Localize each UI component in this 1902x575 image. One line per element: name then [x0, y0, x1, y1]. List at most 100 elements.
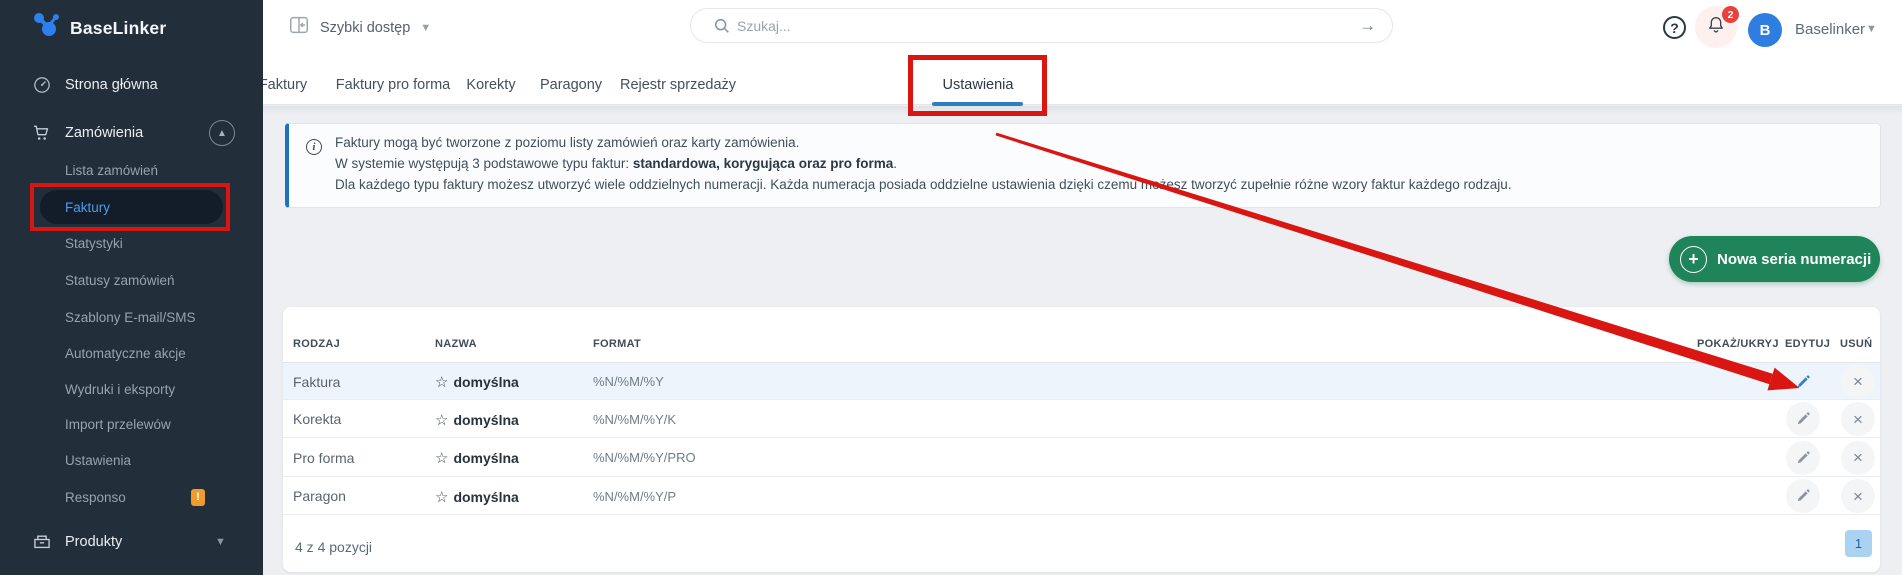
- sidebar-item-label: Import przelewów: [65, 417, 171, 432]
- baselinker-logo-icon: [30, 10, 60, 47]
- tab-rejestr-sprzeda-y[interactable]: Rejestr sprzedaży: [620, 70, 736, 100]
- close-icon: ×: [1853, 449, 1863, 466]
- user-avatar[interactable]: B: [1748, 13, 1782, 47]
- cell-rodzaj: Korekta: [293, 411, 341, 427]
- edit-button[interactable]: [1786, 479, 1820, 513]
- col-header-nazwa: NAZWA: [435, 338, 477, 350]
- delete-button[interactable]: ×: [1841, 402, 1875, 436]
- sidebar-item-wydruki-i-eksporty[interactable]: Wydruki i eksporty: [0, 372, 263, 406]
- close-icon: ×: [1853, 488, 1863, 505]
- tab-faktury-pro-forma[interactable]: Faktury pro forma: [336, 70, 450, 100]
- numbering-table-card: RODZAJ NAZWA FORMAT POKAŻ/UKRYJ EDYTUJ U…: [283, 307, 1880, 572]
- star-icon[interactable]: ☆: [435, 374, 448, 391]
- sidebar-item-label: Statystyki: [65, 236, 123, 251]
- plus-icon: +: [1680, 246, 1707, 273]
- edit-button[interactable]: [1786, 402, 1820, 436]
- cell-rodzaj: Pro forma: [293, 450, 354, 466]
- cell-rodzaj: Faktura: [293, 374, 340, 390]
- sidebar-item-responso[interactable]: Responso!: [0, 480, 263, 514]
- help-button[interactable]: ?: [1663, 16, 1686, 39]
- table-row-pro-forma: Pro forma ☆domyślna %N/%M/%Y/PRO ×: [283, 438, 1880, 477]
- sidebar-item-strona-g-wna[interactable]: Strona główna: [0, 68, 263, 102]
- sidebar-item-automatyczne-akcje[interactable]: Automatyczne akcje: [0, 336, 263, 370]
- sidebar-item-lista-zam-wie-[interactable]: Lista zamówień: [0, 153, 263, 187]
- sidebar-item-zam-wienia[interactable]: Zamówienia ▲: [0, 116, 263, 150]
- pencil-icon: [1795, 411, 1811, 427]
- info-line-1: Faktury mogą być tworzone z poziomu list…: [335, 132, 1512, 153]
- sidebar-item-label: Wydruki i eksporty: [65, 382, 175, 397]
- cell-nazwa: ☆domyślna: [435, 373, 519, 391]
- chevron-down-icon: ▼: [1866, 23, 1877, 35]
- delete-button[interactable]: ×: [1841, 365, 1875, 399]
- pencil-icon: [1795, 488, 1811, 504]
- chevron-down-icon: ▼: [420, 22, 431, 34]
- search-input[interactable]: [737, 18, 1327, 34]
- delete-button[interactable]: ×: [1841, 441, 1875, 475]
- info-line-3: Dla każdego typu faktury możesz utworzyć…: [335, 174, 1512, 195]
- col-header-pokaz-ukryj: POKAŻ/UKRYJ: [1697, 338, 1779, 350]
- responso-alert-badge: !: [191, 489, 205, 506]
- tab-ustawienia[interactable]: Ustawienia: [943, 70, 1014, 100]
- cell-nazwa: ☆domyślna: [435, 411, 519, 429]
- sidebar-item-label: Responso: [65, 490, 126, 505]
- cell-format: %N/%M/%Y/PRO: [593, 450, 696, 465]
- cell-nazwa: ☆domyślna: [435, 449, 519, 467]
- cell-format: %N/%M/%Y: [593, 374, 664, 389]
- sidebar-item-szablony-e-mail-sms[interactable]: Szablony E-mail/SMS: [0, 300, 263, 334]
- cart-icon: [32, 123, 52, 143]
- chevron-up-circle-icon[interactable]: ▲: [209, 120, 235, 146]
- dashboard-icon: [32, 75, 52, 95]
- pagination-page-1[interactable]: 1: [1845, 530, 1872, 557]
- cell-rodzaj: Paragon: [293, 488, 346, 504]
- sidebar-item-label: Lista zamówień: [65, 163, 158, 178]
- table-row-korekta: Korekta ☆domyślna %N/%M/%Y/K ×: [283, 400, 1880, 438]
- edit-button[interactable]: [1786, 365, 1820, 399]
- tabbar-shadow: [263, 106, 1902, 115]
- tab-faktury[interactable]: Faktury: [259, 70, 307, 100]
- brand-name: BaseLinker: [70, 18, 166, 39]
- col-header-edytuj: EDYTUJ: [1785, 338, 1830, 350]
- sidebar-item-label: Zamówienia: [65, 125, 143, 141]
- sidebar: BaseLinker Strona główna Zamówienia ▲ Lista…: [0, 0, 263, 575]
- new-numbering-series-label: Nowa seria numeracji: [1717, 251, 1871, 268]
- delete-button[interactable]: ×: [1841, 479, 1875, 513]
- products-icon: [32, 532, 52, 552]
- chevron-down-icon: ▼: [215, 536, 226, 548]
- cell-nazwa: ☆domyślna: [435, 488, 519, 506]
- sidebar-item-label: Produkty: [65, 534, 122, 550]
- new-numbering-series-button[interactable]: + Nowa seria numeracji: [1669, 236, 1880, 282]
- star-icon[interactable]: ☆: [435, 412, 448, 429]
- col-header-rodzaj: RODZAJ: [293, 338, 340, 350]
- sidebar-item-label: Faktury: [65, 200, 110, 215]
- pencil-icon: [1795, 450, 1811, 466]
- sidebar-item-produkty[interactable]: Produkty ▼: [0, 525, 263, 559]
- info-box: i Faktury mogą być tworzone z poziomu li…: [285, 123, 1881, 208]
- tab-paragony[interactable]: Paragony: [540, 70, 602, 100]
- info-line-2: W systemie występują 3 podstawowe typu f…: [335, 153, 1512, 174]
- user-menu[interactable]: Baselinker: [1795, 21, 1865, 38]
- search-icon: [713, 17, 731, 40]
- quick-access-label: Szybki dostęp: [320, 20, 410, 36]
- table-row-paragon: Paragon☆domyślna%N/%M/%Y/P×: [283, 477, 1880, 515]
- cell-format: %N/%M/%Y/K: [593, 412, 676, 427]
- sidebar-item-statusy-zam-wie-[interactable]: Statusy zamówień: [0, 263, 263, 297]
- info-icon: i: [306, 139, 322, 155]
- sidebar-item-faktury[interactable]: Faktury: [0, 190, 263, 224]
- col-header-usun: USUŃ: [1840, 338, 1872, 350]
- star-icon[interactable]: ☆: [435, 489, 448, 506]
- sidebar-item-label: Szablony E-mail/SMS: [65, 310, 196, 325]
- brand-logo[interactable]: BaseLinker: [30, 10, 250, 46]
- tab-korekty[interactable]: Korekty: [466, 70, 515, 100]
- quick-access-button[interactable]: Szybki dostęp ▼: [288, 14, 431, 41]
- sidebar-item-statystyki[interactable]: Statystyki: [0, 226, 263, 260]
- search-submit-arrow-icon[interactable]: →: [1359, 16, 1376, 36]
- close-icon: ×: [1853, 411, 1863, 428]
- quick-access-icon: [288, 14, 310, 41]
- items-count-label: 4 z 4 pozycji: [295, 539, 372, 555]
- sidebar-item-import-przelew-w[interactable]: Import przelewów: [0, 407, 263, 441]
- table-row-faktura: Faktura ☆domyślna %N/%M/%Y ×: [283, 363, 1880, 400]
- edit-button[interactable]: [1786, 441, 1820, 475]
- star-icon[interactable]: ☆: [435, 450, 448, 467]
- sidebar-item-ustawienia[interactable]: Ustawienia: [0, 443, 263, 477]
- table-header-row: RODZAJ NAZWA FORMAT POKAŻ/UKRYJ EDYTUJ U…: [283, 307, 1880, 363]
